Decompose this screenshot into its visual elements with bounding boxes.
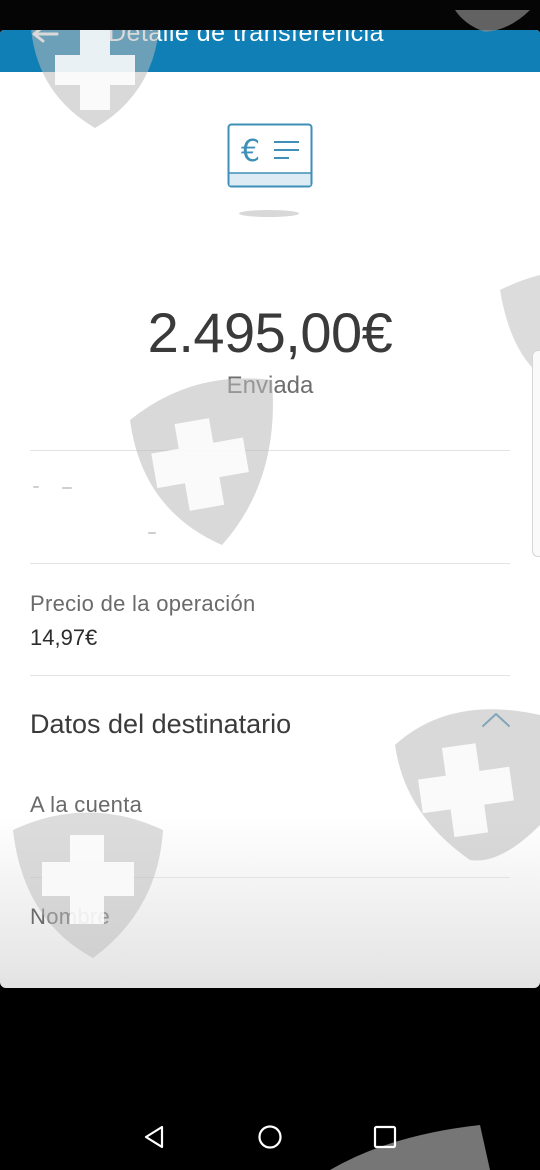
transfer-status: Enviada: [226, 372, 314, 399]
circle-home-icon[interactable]: [255, 1122, 285, 1152]
transfer-amount: 2.495,00€: [147, 301, 393, 364]
triangle-back-icon[interactable]: [140, 1122, 170, 1152]
square-recents-icon[interactable]: [370, 1122, 400, 1152]
svg-text:€: €: [241, 134, 260, 169]
status-bar: [0, 0, 540, 30]
recipient-section-title[interactable]: Datos del destinatario: [30, 709, 291, 740]
divider: [30, 877, 510, 878]
divider: [30, 563, 510, 564]
system-navigation-bar: [0, 1100, 540, 1170]
price-label: Precio de la operación: [30, 591, 256, 616]
chevron-up-icon[interactable]: [480, 710, 512, 730]
icon-shadow: [239, 210, 299, 217]
divider: [30, 675, 510, 676]
divider: [30, 450, 510, 451]
account-label: A la cuenta: [30, 792, 143, 817]
scroll-indicator[interactable]: [532, 350, 540, 557]
app-bar: Detalle de transferencia: [0, 30, 540, 72]
shield-watermark-icon: [13, 812, 163, 958]
price-value: 14,97€: [30, 625, 98, 650]
transfer-detail-screen: Detalle de transferencia € 2.495,00€ Env…: [0, 30, 540, 988]
shield-watermark-icon: [395, 709, 540, 861]
page-title: Detalle de transferencia: [108, 30, 385, 47]
euro-receipt-icon: €: [227, 123, 313, 188]
name-label: Nombre: [30, 904, 111, 929]
back-arrow-icon[interactable]: [30, 30, 60, 52]
shield-watermark-icon: [330, 1125, 490, 1170]
